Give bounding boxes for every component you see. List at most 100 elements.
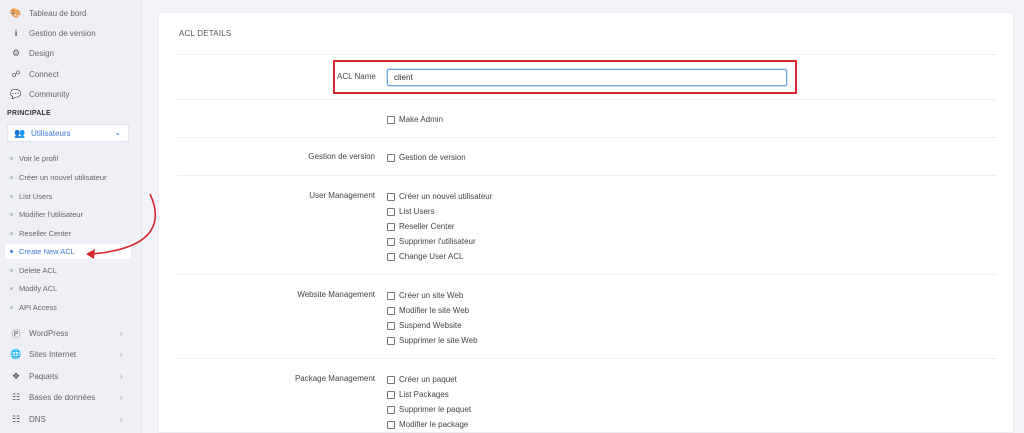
- sidebar-subitem-reseller-center[interactable]: Reseller Center: [10, 226, 71, 240]
- checkbox[interactable]: [387, 291, 395, 300]
- chevron-right-icon: ›: [120, 392, 123, 402]
- bullet-icon: [10, 250, 13, 253]
- checkbox-label: Change User ACL: [399, 252, 464, 261]
- checkbox[interactable]: [387, 222, 395, 231]
- make-admin-option[interactable]: Make Admin: [387, 114, 443, 125]
- sidebar-subitem-label: API Access: [19, 302, 57, 312]
- sidebar-item-community[interactable]: 💬 Community: [10, 86, 69, 102]
- checkbox[interactable]: [387, 192, 395, 201]
- checkbox-label: Créer un nouvel utilisateur: [399, 192, 493, 201]
- bullet-icon: [10, 268, 13, 272]
- bullet-icon: [10, 194, 13, 198]
- user-mgmt-option[interactable]: Reseller Center: [387, 221, 455, 232]
- sidebar-subitem-delete-acl[interactable]: Delete ACL: [10, 263, 57, 277]
- sidebar-subitem-api-access[interactable]: API Access: [10, 300, 57, 314]
- sidebar-item-label: Connect: [29, 69, 59, 79]
- checkbox[interactable]: [387, 336, 395, 345]
- bullet-icon: [10, 212, 13, 216]
- user-mgmt-option[interactable]: List Users: [387, 206, 435, 217]
- checkbox-label: Supprimer le site Web: [399, 336, 478, 345]
- checkbox-label: Supprimer l'utilisateur: [399, 237, 476, 246]
- palette-icon: 🎨: [10, 7, 22, 18]
- sidebar-item-tableau-de-bord[interactable]: 🎨 Tableau de bord: [10, 5, 86, 21]
- checkbox-label: List Packages: [399, 390, 449, 399]
- checkbox-label: Créer un site Web: [399, 291, 464, 300]
- sidebar-item-wordpress[interactable]: Ⓟ WordPress ›: [10, 325, 135, 341]
- make-admin-checkbox[interactable]: [387, 115, 395, 124]
- checkbox-label: Supprimer le paquet: [399, 405, 472, 414]
- sidebar-item-label: Sites Internet: [29, 349, 77, 359]
- sidebar-item-label: DNS: [29, 414, 46, 424]
- checkbox-label: Suspend Website: [399, 321, 462, 330]
- acl-name-input[interactable]: [387, 69, 787, 86]
- sidebar-subitem-label: Créer un nouvel utilisateur: [19, 172, 107, 182]
- user-mgmt-option[interactable]: Supprimer l'utilisateur: [387, 236, 476, 247]
- sidebar-item-bases-de-donnees[interactable]: ☷ Bases de données ›: [10, 389, 135, 405]
- checkbox[interactable]: [387, 306, 395, 315]
- chevron-right-icon: ›: [120, 414, 123, 424]
- wordpress-icon: Ⓟ: [11, 328, 21, 339]
- user-mgmt-option[interactable]: Change User ACL: [387, 251, 463, 262]
- package-mgmt-option[interactable]: Supprimer le paquet: [387, 404, 471, 415]
- checkbox-label: Make Admin: [399, 115, 444, 124]
- sidebar-subitem-creer-utilisateur[interactable]: Créer un nouvel utilisateur: [10, 170, 107, 184]
- package-mgmt-option[interactable]: Modifier le package: [387, 419, 468, 430]
- gestion-de-version-option[interactable]: Gestion de version: [387, 152, 466, 163]
- divider: [177, 99, 997, 100]
- database-icon: ☷: [11, 391, 21, 402]
- sidebar-subitem-list-users[interactable]: List Users: [10, 189, 52, 203]
- sidebar-subitem-voir-le-profil[interactable]: Voir le profil: [10, 151, 58, 165]
- sidebar-item-design[interactable]: ⚙ Design: [10, 45, 54, 61]
- acl-details-panel: ACL DETAILS ACL Name Make Admin Gestion …: [158, 12, 1014, 433]
- sidebar-item-sites-internet[interactable]: 🌐 Sites Internet ›: [10, 346, 135, 362]
- bullet-icon: [10, 231, 13, 235]
- globe-icon: 🌐: [10, 348, 22, 359]
- sidebar-item-label: WordPress: [29, 328, 69, 338]
- section-label-user-management: User Management: [309, 191, 375, 200]
- package-mgmt-option[interactable]: Créer un paquet: [387, 374, 457, 385]
- checkbox[interactable]: [387, 207, 395, 216]
- chevron-right-icon: ›: [120, 349, 123, 359]
- section-label-gestion-de-version: Gestion de version: [308, 152, 375, 161]
- website-mgmt-option[interactable]: Suspend Website: [387, 320, 462, 331]
- sidebar-item-dns[interactable]: ☷ DNS ›: [10, 411, 135, 427]
- sidebar-subitem-label: Modifier l'utilisateur: [19, 209, 83, 219]
- sidebar-subitem-modify-acl[interactable]: Modify ACL: [10, 281, 57, 295]
- sidebar: 🎨 Tableau de bord i Gestion de version ⚙…: [0, 0, 142, 433]
- divider: [177, 54, 997, 55]
- sidebar-item-label: Community: [29, 89, 70, 99]
- sidebar-item-connect[interactable]: ☍ Connect: [10, 66, 59, 82]
- sidebar-subitem-modifier-utilisateur[interactable]: Modifier l'utilisateur: [10, 207, 83, 221]
- sidebar-subitem-create-new-acl[interactable]: Create New ACL: [5, 244, 131, 259]
- sidebar-item-label: Paquets: [29, 371, 59, 381]
- panel-title: ACL DETAILS: [179, 29, 232, 38]
- checkbox[interactable]: [387, 237, 395, 246]
- gestion-de-version-checkbox[interactable]: [387, 153, 395, 162]
- divider: [177, 358, 997, 359]
- checkbox-label: Modifier le site Web: [399, 306, 470, 315]
- gear-icon: ⚙: [11, 47, 21, 58]
- checkbox[interactable]: [387, 420, 395, 429]
- website-mgmt-option[interactable]: Modifier le site Web: [387, 305, 469, 316]
- sidebar-group-utilisateurs[interactable]: 👥 Utilisateurs ⌄: [7, 124, 129, 142]
- chevron-down-icon: ⌄: [114, 128, 121, 137]
- section-label-website-management: Website Management: [297, 290, 375, 299]
- checkbox[interactable]: [387, 390, 395, 399]
- checkbox-label: Créer un paquet: [399, 375, 457, 384]
- checkbox[interactable]: [387, 252, 395, 261]
- package-mgmt-option[interactable]: List Packages: [387, 389, 449, 400]
- bullet-icon: [10, 286, 13, 290]
- sidebar-item-paquets[interactable]: ❖ Paquets ›: [10, 368, 135, 384]
- website-mgmt-option[interactable]: Supprimer le site Web: [387, 335, 478, 346]
- section-label-package-management: Package Management: [294, 374, 375, 383]
- checkbox[interactable]: [387, 375, 395, 384]
- user-mgmt-option[interactable]: Créer un nouvel utilisateur: [387, 191, 492, 202]
- divider: [177, 175, 997, 176]
- website-mgmt-option[interactable]: Créer un site Web: [387, 290, 463, 301]
- link-icon: ☍: [11, 68, 21, 79]
- info-icon: i: [14, 28, 18, 38]
- checkbox[interactable]: [387, 405, 395, 414]
- sidebar-item-gestion-de-version[interactable]: i Gestion de version: [10, 25, 96, 41]
- bullet-icon: [10, 305, 13, 309]
- checkbox[interactable]: [387, 321, 395, 330]
